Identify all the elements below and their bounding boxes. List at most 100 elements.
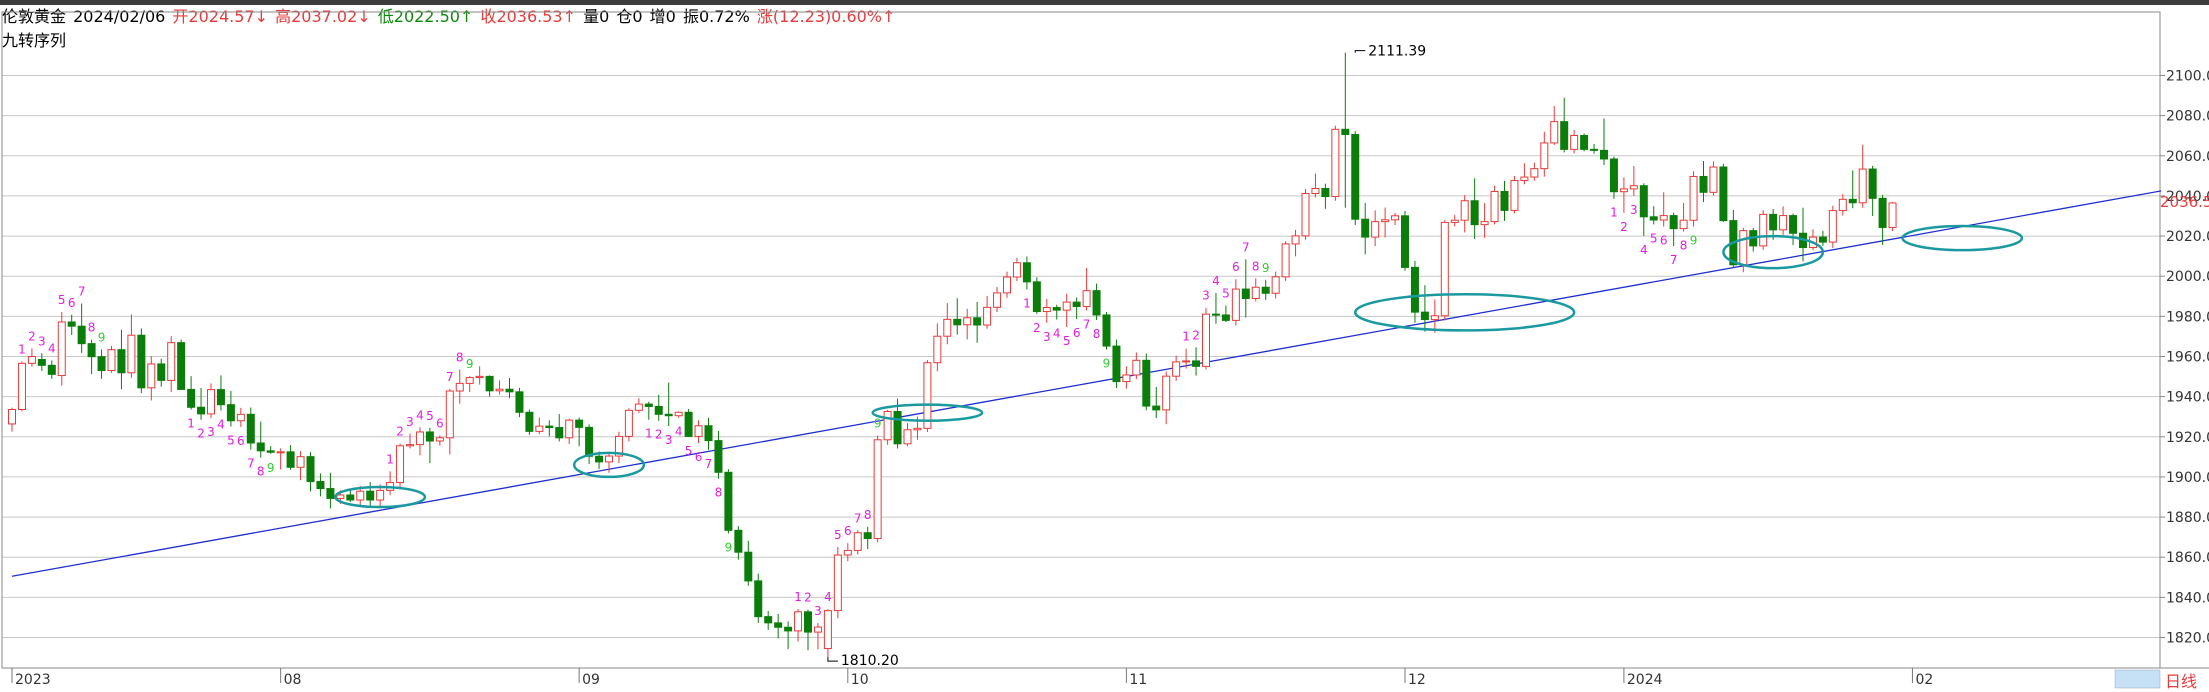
candle-body [873,439,882,540]
candle-body [1580,135,1589,150]
candle-body [1460,200,1469,221]
ellipse-annotation[interactable] [1901,224,2024,252]
x-tick-label: 08 [284,672,302,688]
candle-body [296,456,305,468]
candle [863,526,872,549]
candle-body [1211,313,1220,316]
td-count: 6 [237,434,245,448]
y-tick-label: 2060.00 [2166,149,2209,165]
candle [674,411,683,418]
td-count: 7 [78,285,86,299]
td-count: 5 [1650,231,1658,245]
candle-body [376,489,385,501]
y-tick-label: 1920.00 [2166,430,2209,446]
candle [843,543,852,562]
candle [1779,206,1788,235]
candle [1460,195,1469,233]
candle-body [624,409,633,437]
candle [1649,206,1658,225]
period-button[interactable]: 日线 [2165,668,2197,692]
candle [1659,192,1668,227]
candle [1799,207,1807,262]
candle [1838,194,1847,216]
candle-body [724,471,733,531]
candle-body [1639,185,1648,218]
candle-body [1550,121,1559,144]
td-count: 3 [406,415,414,429]
candle [77,303,86,353]
candle [744,540,753,586]
candle-body [1391,215,1400,221]
td-count: 5 [227,434,235,448]
candle [455,369,464,404]
td-count: 3 [1043,330,1051,344]
candle-body [823,610,832,650]
candle-body [1301,193,1310,237]
candle [525,409,534,435]
ellipse-annotation[interactable] [1722,234,1825,270]
candle [694,420,703,444]
candle-body [863,532,872,540]
y-tick-label: 1820.00 [2166,631,2209,647]
td-count: 7 [1083,317,1091,331]
candle [1202,307,1210,370]
td-count: 1 [18,343,26,357]
candle [664,382,673,426]
candle-body [794,611,803,632]
candle [1231,279,1240,326]
candle [853,530,862,555]
candle-body [167,342,176,381]
candle-body [1430,315,1439,321]
trend-line-layer [11,190,2162,577]
candle [1639,183,1648,236]
td-count: 1 [645,427,653,441]
candle [37,353,46,371]
y-tick-label: 2100.00 [2166,69,2209,85]
candle [724,469,733,534]
candle-body [1570,135,1579,150]
candle-body [913,427,922,431]
ellipse-annotation[interactable] [1354,293,1576,332]
candle-body [1629,185,1638,190]
scroll-thumb[interactable] [2114,669,2161,689]
candle [97,349,106,379]
candle-body [694,425,703,437]
candle-body [1450,219,1459,223]
candle-body [137,334,146,389]
candle [1828,205,1837,249]
candle [1361,202,1370,255]
candle [654,394,663,421]
candle [1580,133,1589,152]
trend-line[interactable] [11,190,2162,577]
candle-body [1619,188,1628,193]
candle [1321,183,1330,209]
x-tick-label: 2024 [1627,672,1663,688]
candle-body [207,389,215,415]
candle [1848,170,1857,209]
candle [485,375,494,397]
candle [644,401,653,420]
candle-body [1878,197,1887,228]
candle [535,417,544,435]
td-count: 8 [1252,259,1260,273]
candle-body [246,413,255,444]
y-tick-label: 1960.00 [2166,350,2209,366]
candle [1221,305,1230,322]
candle-body [1052,307,1061,311]
candle [1888,201,1897,232]
td-count: 9 [725,541,733,555]
td-count: 6 [68,296,76,310]
candle-body [216,389,225,406]
candle-body [1530,168,1539,178]
candle-body [8,408,16,425]
candle-body [1709,166,1718,193]
candle-body [883,410,892,441]
candle-body [406,444,414,447]
candle [1271,271,1280,299]
candlestick-chart[interactable]: 12 345 678912 345 678 9123 4 5678 91 2 345 6 7891 234… [0,0,2209,692]
candle-body [1202,313,1210,367]
candle [1430,299,1439,333]
candle [1878,194,1887,245]
candle-body [1410,266,1419,313]
candle-body [893,410,902,445]
